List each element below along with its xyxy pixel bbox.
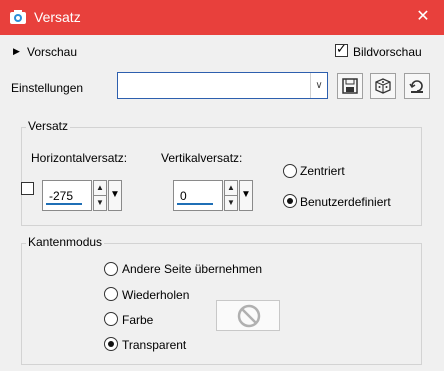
custom-label: Benutzerdefiniert — [300, 195, 391, 209]
close-button[interactable]: ✕ — [408, 5, 438, 29]
settings-label: Einstellungen — [11, 81, 84, 95]
repeat-label: Wiederholen — [122, 288, 190, 302]
decrement-icon[interactable]: ▼ — [225, 196, 237, 210]
horizontal-offset-input[interactable]: -275 — [42, 180, 92, 211]
vertical-offset-spinner[interactable]: 0 ▲ ▼ ▼ — [173, 180, 253, 213]
image-preview-checkbox[interactable] — [335, 42, 348, 57]
window-title: Versatz — [34, 9, 81, 25]
preview-toggle-label[interactable]: Vorschau — [27, 45, 77, 59]
horizontal-slider-toggle[interactable]: ▼ — [108, 180, 122, 211]
custom-radio[interactable] — [283, 194, 297, 208]
edge-mode-group-title: Kantenmodus — [26, 235, 105, 249]
slider-arrow-icon: ▼ — [110, 189, 120, 200]
vertical-slider-toggle[interactable]: ▼ — [239, 180, 253, 211]
randomize-button[interactable] — [370, 73, 396, 99]
horizontal-offset-value: -275 — [49, 189, 74, 203]
increment-icon[interactable]: ▲ — [225, 181, 237, 196]
close-icon: ✕ — [416, 8, 430, 25]
horizontal-offset-label: Horizontalversatz: — [31, 151, 128, 165]
chevron-down-icon[interactable]: ∨ — [310, 73, 327, 98]
vertical-offset-value: 0 — [180, 189, 187, 203]
vertical-offset-input[interactable]: 0 — [173, 180, 223, 211]
wrap-radio[interactable] — [104, 262, 118, 276]
color-label: Farbe — [122, 313, 154, 327]
vertical-offset-label: Vertikalversatz: — [161, 151, 243, 165]
horizontal-offset-spinner[interactable]: -275 ▲ ▼ ▼ — [42, 180, 122, 213]
slider-arrow-icon: ▼ — [241, 189, 251, 200]
expand-arrow-icon[interactable]: ▶ — [13, 46, 20, 57]
vertical-stepper[interactable]: ▲ ▼ — [224, 180, 238, 211]
value-underline — [177, 203, 213, 205]
camera-icon — [9, 9, 27, 25]
value-underline — [46, 203, 82, 205]
save-icon — [342, 78, 358, 94]
no-color-icon — [237, 304, 261, 328]
offset-group-title: Versatz — [26, 119, 71, 133]
decrement-icon[interactable]: ▼ — [94, 196, 106, 210]
dice-icon — [375, 78, 391, 94]
wrap-label: Andere Seite übernehmen — [122, 262, 263, 276]
transparent-radio[interactable] — [104, 337, 118, 351]
color-radio[interactable] — [104, 312, 118, 326]
link-offsets-checkbox[interactable] — [21, 182, 34, 195]
transparent-label: Transparent — [122, 338, 187, 352]
repeat-radio[interactable] — [104, 287, 118, 301]
centered-radio[interactable] — [283, 164, 297, 178]
reset-button[interactable] — [404, 73, 430, 99]
image-preview-label: Bildvorschau — [353, 45, 422, 59]
save-preset-button[interactable] — [337, 73, 363, 99]
centered-label: Zentriert — [300, 164, 345, 178]
reset-icon — [409, 80, 423, 93]
settings-dropdown[interactable]: ∨ — [117, 72, 328, 99]
increment-icon[interactable]: ▲ — [94, 181, 106, 196]
color-swatch[interactable] — [216, 300, 280, 331]
horizontal-stepper[interactable]: ▲ ▼ — [93, 180, 107, 211]
